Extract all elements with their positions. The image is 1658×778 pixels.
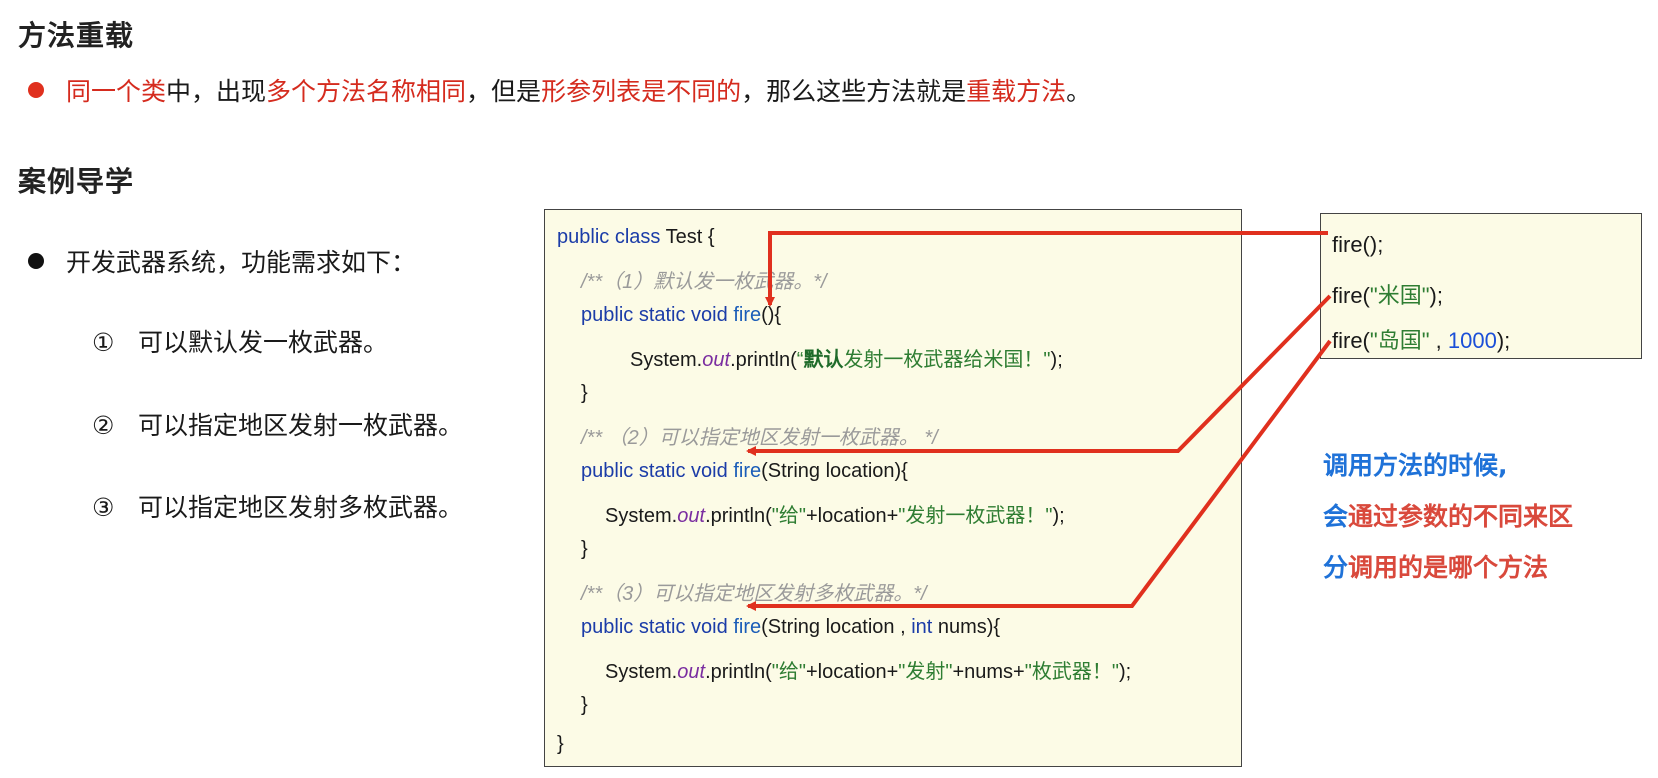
note-text: 分 <box>1323 553 1349 582</box>
note-line-3: 分调用的是哪个方法 <box>1323 548 1548 584</box>
static-field: out <box>677 505 706 527</box>
code-line-class: public class Test { <box>557 226 715 249</box>
string-literal: "米国" <box>1369 283 1430 308</box>
code-text: System. <box>605 661 678 683</box>
keyword: public static void <box>581 460 728 482</box>
code-text: .println( <box>730 349 797 371</box>
code-brace: } <box>581 694 588 716</box>
requirement-item: ① 可以默认发一枚武器。 <box>92 323 388 359</box>
code-text: nums){ <box>932 616 1001 638</box>
code-brace: } <box>581 538 588 560</box>
requirement-text: 可以默认发一枚武器。 <box>138 328 389 357</box>
code-text: .println( <box>705 505 772 527</box>
keyword: int <box>911 616 933 638</box>
code-text: ); <box>1050 349 1063 371</box>
requirement-item: ③ 可以指定地区发射多枚武器。 <box>92 488 463 524</box>
note-line-2: 会通过参数的不同来区 <box>1323 497 1573 533</box>
keyword: public class <box>557 226 661 248</box>
code-text: ); <box>1429 283 1443 308</box>
def-text: 。 <box>1066 77 1092 106</box>
requirement-text: 可以指定地区发射多枚武器。 <box>138 493 464 522</box>
code-text: System. <box>630 349 703 371</box>
def-same-class: 同一个类 <box>66 77 167 106</box>
code-brace: } <box>581 382 588 404</box>
requirement-text: 可以指定地区发射一枚武器。 <box>138 411 464 440</box>
number-literal: 1000 <box>1447 328 1497 353</box>
requirements-intro-text: 开发武器系统，功能需求如下： <box>66 248 417 277</box>
requirement-number: ③ <box>92 493 115 522</box>
code-text: ); <box>1118 661 1132 683</box>
code-text: (String location , <box>761 616 912 638</box>
code-text: fire( <box>1332 283 1370 308</box>
code-text: +location+ <box>805 661 899 683</box>
method-name: fire <box>733 304 762 326</box>
code-comment-1: /**（1）默认发一枚武器。*/ <box>581 271 827 293</box>
call-example-2: fire("米国"); <box>1332 278 1443 310</box>
string-literal: "岛国" <box>1369 328 1430 353</box>
string-literal: "给" <box>771 661 806 683</box>
keyword: public static void <box>581 304 728 326</box>
string-literal: "发射" <box>898 661 953 683</box>
def-params-differ: 形参列表是不同的 <box>541 77 742 106</box>
code-brace-final: } <box>557 733 564 755</box>
code-method-1: public static void fire(){ <box>581 304 781 327</box>
method-name: fire <box>733 460 762 482</box>
requirement-item: ② 可以指定地区发射一枚武器。 <box>92 406 463 442</box>
def-text: ，但是 <box>466 77 542 106</box>
def-same-name: 多个方法名称相同 <box>266 77 467 106</box>
def-text: ，那么这些方法就是 <box>741 77 967 106</box>
code-method-3: public static void fire(String location … <box>581 616 1000 639</box>
def-text: 中，出现 <box>166 77 267 106</box>
note-text: 会 <box>1323 502 1349 531</box>
code-text: +nums+ <box>952 661 1025 683</box>
code-text: (String location){ <box>761 460 908 482</box>
call-example-3: fire("岛国" , 1000); <box>1332 323 1510 355</box>
def-overload-method: 重载方法 <box>966 77 1067 106</box>
note-text: 调用的是哪个方法 <box>1348 553 1549 582</box>
code-text: Test { <box>660 226 715 248</box>
bullet-dot-icon <box>28 253 44 269</box>
code-comment-3: /**（3）可以指定地区发射多枚武器。*/ <box>581 583 927 605</box>
code-text: ); <box>1496 328 1511 353</box>
overload-definition: 同一个类中，出现多个方法名称相同，但是形参列表是不同的，那么这些方法就是重载方法… <box>28 72 1091 108</box>
code-text: +location+ <box>805 505 899 527</box>
static-field: out <box>702 349 731 371</box>
bullet-dot-icon <box>28 82 44 98</box>
string-literal: "枚武器！" <box>1024 661 1119 683</box>
code-body-1: System.out.println(“默认发射一枚武器给米国！"); <box>630 343 1063 372</box>
string-literal: "给" <box>771 505 806 527</box>
code-text: System. <box>605 505 678 527</box>
method-name: fire <box>733 616 762 638</box>
code-body-3: System.out.println("给"+location+"发射"+num… <box>605 655 1131 684</box>
requirements-intro: 开发武器系统，功能需求如下： <box>28 243 416 279</box>
code-text: , <box>1429 328 1448 353</box>
code-text: (){ <box>761 304 782 326</box>
string-literal: 发射一枚武器给米国！" <box>843 349 1051 371</box>
note-text: 通过参数的不同来区 <box>1348 502 1574 531</box>
call-example-1: fire(); <box>1332 232 1384 257</box>
code-text: ); <box>1052 505 1065 527</box>
code-comment-2: /** （2）可以指定地区发射一枚武器。 */ <box>581 427 938 449</box>
code-body-2: System.out.println("给"+location+"发射一枚武器！… <box>605 499 1065 528</box>
note-line-1: 调用方法的时候, <box>1323 451 1508 480</box>
code-method-2: public static void fire(String location)… <box>581 460 908 483</box>
title-method-overloading: 方法重载 <box>18 19 135 52</box>
code-text: fire( <box>1332 328 1370 353</box>
title-case-study: 案例导学 <box>18 165 135 198</box>
static-field: out <box>677 661 706 683</box>
requirement-number: ① <box>92 328 115 357</box>
code-text: .println( <box>705 661 772 683</box>
requirement-number: ② <box>92 411 115 440</box>
keyword: public static void <box>581 616 728 638</box>
string-literal: 默认 <box>803 349 844 371</box>
string-literal: "发射一枚武器！" <box>898 505 1053 527</box>
